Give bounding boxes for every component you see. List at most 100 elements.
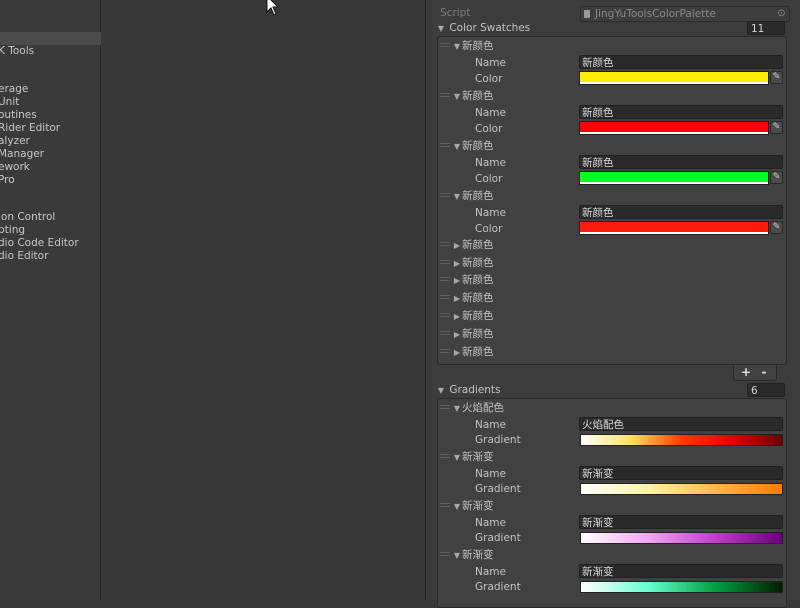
swatch-element-foldout[interactable]: ▼ 新颜色 bbox=[452, 39, 494, 53]
drag-handle-icon[interactable] bbox=[440, 405, 450, 411]
gradient-element-title: 新渐变 bbox=[462, 451, 494, 463]
color-preview bbox=[580, 222, 768, 232]
foldout-expanded-arrow-icon: ▼ bbox=[453, 551, 461, 560]
gradient-preview-field[interactable] bbox=[580, 581, 783, 593]
gradient-name-field[interactable]: 新渐变 bbox=[579, 564, 783, 578]
sidebar-item[interactable]: erage bbox=[0, 83, 102, 96]
gradient-preview-field[interactable] bbox=[580, 483, 783, 495]
drag-handle-icon[interactable] bbox=[440, 260, 450, 266]
sidebar-item[interactable]: alyzer bbox=[0, 135, 102, 148]
swatch-element-title: 新颜色 bbox=[462, 239, 494, 251]
color-preview bbox=[580, 172, 768, 182]
swatch-element-foldout[interactable]: ▼ 新颜色 bbox=[452, 89, 494, 103]
sidebar-item[interactable]: Unit bbox=[0, 96, 102, 109]
swatch-element-title: 新颜色 bbox=[462, 292, 494, 304]
swatch-name-field[interactable]: 新颜色 bbox=[579, 155, 783, 169]
add-element-button[interactable]: + bbox=[737, 365, 755, 380]
swatch-element-foldout[interactable]: ▼ 新颜色 bbox=[452, 189, 494, 203]
sidebar-item[interactable]: Pro bbox=[0, 174, 102, 187]
gradient-element-title: 新渐变 bbox=[462, 500, 494, 512]
swatch-element-foldout[interactable]: ▶ 新颜色 bbox=[452, 309, 494, 323]
color-label: Color bbox=[475, 173, 503, 185]
drag-handle-icon[interactable] bbox=[440, 331, 450, 337]
name-label: Name bbox=[475, 107, 506, 119]
swatch-element-title: 新颜色 bbox=[462, 328, 494, 340]
color-label: Color bbox=[475, 123, 503, 135]
drag-handle-icon[interactable] bbox=[440, 93, 450, 99]
eyedropper-icon[interactable]: ✎ bbox=[770, 121, 783, 134]
drag-handle-icon[interactable] bbox=[440, 503, 450, 509]
drag-handle-icon[interactable] bbox=[440, 454, 450, 460]
swatch-element-foldout[interactable]: ▶ 新颜色 bbox=[452, 345, 494, 359]
sidebar-item[interactable]: K Tools bbox=[0, 45, 102, 58]
swatch-color-field[interactable] bbox=[579, 121, 769, 135]
swatch-element-foldout[interactable]: ▶ 新颜色 bbox=[452, 256, 494, 270]
swatch-name-field[interactable]: 新颜色 bbox=[579, 205, 783, 219]
eyedropper-icon[interactable]: ✎ bbox=[770, 171, 783, 184]
gradient-element-foldout[interactable]: ▼ 新渐变 bbox=[452, 499, 494, 513]
foldout-expanded-arrow-icon: ▼ bbox=[453, 42, 461, 51]
object-picker-target-icon[interactable]: ⊙ bbox=[776, 8, 787, 19]
remove-element-button[interactable]: - bbox=[755, 365, 773, 380]
sidebar-item[interactable] bbox=[0, 32, 102, 45]
script-value: JingYuToolsColorPalette bbox=[595, 8, 716, 20]
foldout-collapsed-arrow-icon: ▶ bbox=[453, 294, 461, 303]
swatch-color-field[interactable] bbox=[579, 221, 769, 235]
sidebar-item[interactable]: dio Code Editor bbox=[0, 237, 102, 250]
foldout-expanded-arrow-icon: ▼ bbox=[453, 453, 461, 462]
swatch-element-title: 新颜色 bbox=[462, 40, 494, 52]
sidebar-item[interactable]: Rider Editor bbox=[0, 122, 102, 135]
script-file-icon bbox=[584, 10, 590, 18]
eyedropper-icon[interactable]: ✎ bbox=[770, 71, 783, 84]
drag-handle-icon[interactable] bbox=[440, 277, 450, 283]
sidebar-item[interactable]: ion Control bbox=[0, 211, 102, 224]
swatch-element-foldout[interactable]: ▶ 新颜色 bbox=[452, 291, 494, 305]
gradient-element-foldout[interactable]: ▼ 新渐变 bbox=[452, 548, 494, 562]
swatch-color-field[interactable] bbox=[579, 171, 769, 185]
drag-handle-icon[interactable] bbox=[440, 143, 450, 149]
name-label: Name bbox=[475, 157, 506, 169]
color-swatches-size-field[interactable]: 11 bbox=[747, 21, 785, 35]
sidebar-item[interactable]: outines bbox=[0, 109, 102, 122]
gradient-name-field[interactable]: 新渐变 bbox=[579, 466, 783, 480]
script-object-field[interactable]: JingYuToolsColorPalette ⊙ bbox=[580, 6, 790, 22]
swatch-element-title: 新颜色 bbox=[462, 190, 494, 202]
drag-handle-icon[interactable] bbox=[440, 313, 450, 319]
drag-handle-icon[interactable] bbox=[440, 349, 450, 355]
swatch-element-foldout[interactable]: ▶ 新颜色 bbox=[452, 327, 494, 341]
gradient-element-foldout[interactable]: ▼ 火焰配色 bbox=[452, 401, 504, 415]
sidebar-item[interactable]: dio Editor bbox=[0, 250, 102, 263]
swatch-color-field[interactable] bbox=[579, 71, 769, 85]
gradient-preview-field[interactable] bbox=[580, 434, 783, 446]
name-label: Name bbox=[475, 419, 506, 431]
drag-handle-icon[interactable] bbox=[440, 552, 450, 558]
color-swatches-foldout[interactable]: ▼ Color Swatches bbox=[436, 21, 530, 35]
sidebar-item[interactable]: Manager bbox=[0, 148, 102, 161]
sidebar-item[interactable]: ework bbox=[0, 161, 102, 174]
swatch-element-foldout[interactable]: ▶ 新颜色 bbox=[452, 273, 494, 287]
swatch-element-title: 新颜色 bbox=[462, 140, 494, 152]
swatch-element-foldout[interactable]: ▶ 新颜色 bbox=[452, 238, 494, 252]
alpha-bar bbox=[580, 82, 768, 84]
gradient-preview-field[interactable] bbox=[580, 532, 783, 544]
gradients-size-field[interactable]: 6 bbox=[747, 383, 785, 397]
eyedropper-icon[interactable]: ✎ bbox=[770, 221, 783, 234]
drag-handle-icon[interactable] bbox=[440, 295, 450, 301]
drag-handle-icon[interactable] bbox=[440, 193, 450, 199]
swatch-name-field[interactable]: 新颜色 bbox=[579, 55, 783, 69]
gradient-name-field[interactable]: 火焰配色 bbox=[579, 417, 783, 431]
foldout-expanded-arrow-icon: ▼ bbox=[453, 502, 461, 511]
alpha-bar bbox=[580, 132, 768, 134]
color-preview bbox=[580, 72, 768, 82]
sidebar-item[interactable]: pting bbox=[0, 224, 102, 237]
gradients-foldout[interactable]: ▼ Gradients bbox=[436, 383, 501, 397]
foldout-collapsed-arrow-icon: ▶ bbox=[453, 330, 461, 339]
gradient-label: Gradient bbox=[475, 483, 521, 495]
gradient-element-foldout[interactable]: ▼ 新渐变 bbox=[452, 450, 494, 464]
swatch-element-foldout[interactable]: ▼ 新颜色 bbox=[452, 139, 494, 153]
foldout-expanded-arrow-icon: ▼ bbox=[453, 192, 461, 201]
swatch-name-field[interactable]: 新颜色 bbox=[579, 105, 783, 119]
gradient-name-field[interactable]: 新渐变 bbox=[579, 515, 783, 529]
drag-handle-icon[interactable] bbox=[440, 242, 450, 248]
drag-handle-icon[interactable] bbox=[440, 43, 450, 49]
